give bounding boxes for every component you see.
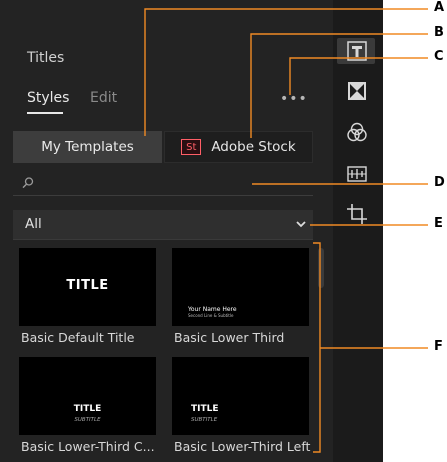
adobe-stock-label: Adobe Stock xyxy=(211,139,296,155)
search-field[interactable] xyxy=(13,172,313,196)
search-input[interactable] xyxy=(43,174,307,194)
adobe-stock-button[interactable]: St Adobe Stock xyxy=(164,131,313,163)
template-thumbnail[interactable]: Your Name Here Second Line & Subtitle xyxy=(172,248,309,326)
my-templates-button[interactable]: My Templates xyxy=(13,131,162,163)
template-label[interactable]: Basic Lower-Third C... xyxy=(21,439,155,454)
transitions-icon[interactable] xyxy=(346,80,368,102)
thumbnail-subtitle-text: SUBTITLE xyxy=(74,417,101,423)
template-thumbnail[interactable]: TITLE xyxy=(19,248,156,326)
thumbnail-title-text: TITLE xyxy=(191,404,219,414)
thumbnail-title-text: TITLE xyxy=(66,278,109,293)
tool-rail xyxy=(333,0,383,462)
tab-edit[interactable]: Edit xyxy=(90,90,117,106)
thumbnail-subtitle-text: SUBTITLE xyxy=(191,417,218,423)
template-label[interactable]: Basic Lower Third xyxy=(174,330,284,345)
thumbnail-title-text: TITLE xyxy=(73,404,102,414)
callout-label-e: E xyxy=(434,216,443,231)
adobe-stock-icon: St xyxy=(181,139,202,155)
audio-icon[interactable] xyxy=(346,163,368,185)
chevron-down-icon[interactable] xyxy=(295,218,307,230)
callout-label-d: D xyxy=(434,175,445,190)
color-icon[interactable] xyxy=(346,121,368,143)
template-thumbnail[interactable]: TITLE SUBTITLE xyxy=(19,357,156,435)
thumbnail-name-text: Your Name Here xyxy=(188,306,237,313)
category-filter-dropdown[interactable]: All xyxy=(13,210,313,240)
filter-selected-value: All xyxy=(25,216,42,232)
titles-icon[interactable] xyxy=(346,40,368,62)
panel-title: Titles xyxy=(27,50,65,66)
search-icon xyxy=(22,177,34,189)
thumbnail-subtitle-text: Second Line & Subtitle xyxy=(188,313,234,318)
my-templates-label: My Templates xyxy=(41,139,134,155)
callout-label-b: B xyxy=(434,25,444,40)
more-options-button[interactable]: ••• xyxy=(280,92,307,106)
callout-label-c: C xyxy=(434,49,444,64)
template-thumbnail[interactable]: TITLE SUBTITLE xyxy=(172,357,309,435)
active-tab-underline xyxy=(27,112,63,114)
crop-icon[interactable] xyxy=(346,203,368,225)
callout-label-f: F xyxy=(434,339,443,354)
tab-styles[interactable]: Styles xyxy=(27,90,69,106)
template-label[interactable]: Basic Lower-Third Left xyxy=(174,439,310,454)
callout-label-a: A xyxy=(434,0,445,15)
titles-panel: Titles Styles Edit ••• My Templates St A… xyxy=(0,0,333,462)
template-label[interactable]: Basic Default Title xyxy=(21,330,135,345)
scrollbar-thumb[interactable] xyxy=(318,248,324,288)
